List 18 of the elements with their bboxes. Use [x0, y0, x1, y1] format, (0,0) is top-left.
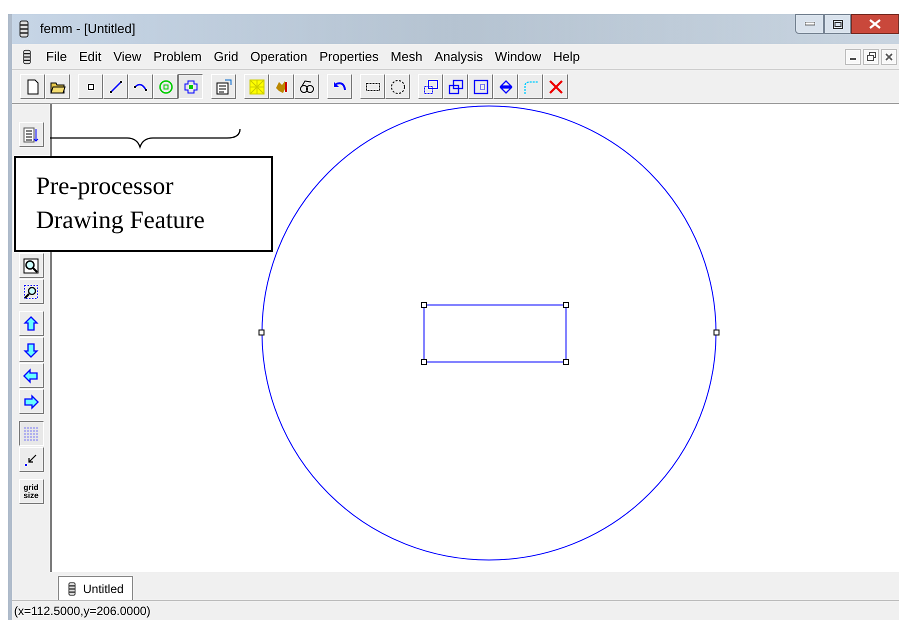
tab-label: Untitled — [83, 580, 124, 598]
menu-item[interactable]: Analysis — [428, 46, 489, 66]
menu-item[interactable]: Help — [547, 46, 586, 66]
cursor-coordinates: (x=112.5000,y=206.0000) — [14, 602, 151, 620]
menu-item[interactable]: Operation — [244, 46, 314, 66]
document-tab[interactable]: Untitled — [58, 576, 133, 600]
grid-size-button[interactable]: grid size — [18, 479, 44, 504]
menu-item[interactable]: Problem — [147, 46, 208, 66]
menu-item[interactable]: Grid — [208, 46, 244, 66]
menu-item[interactable]: View — [107, 46, 148, 66]
menu-item[interactable]: File — [40, 46, 73, 66]
annotation-text: Pre-processor — [36, 172, 174, 202]
window-title: femm - [Untitled] — [40, 20, 136, 38]
menu-item[interactable]: Edit — [72, 46, 108, 66]
menu-item[interactable]: Mesh — [384, 46, 428, 66]
annotation-text: Drawing Feature — [36, 206, 206, 236]
menu-item[interactable]: Window — [488, 46, 548, 66]
menu-item[interactable]: Properties — [313, 46, 385, 66]
